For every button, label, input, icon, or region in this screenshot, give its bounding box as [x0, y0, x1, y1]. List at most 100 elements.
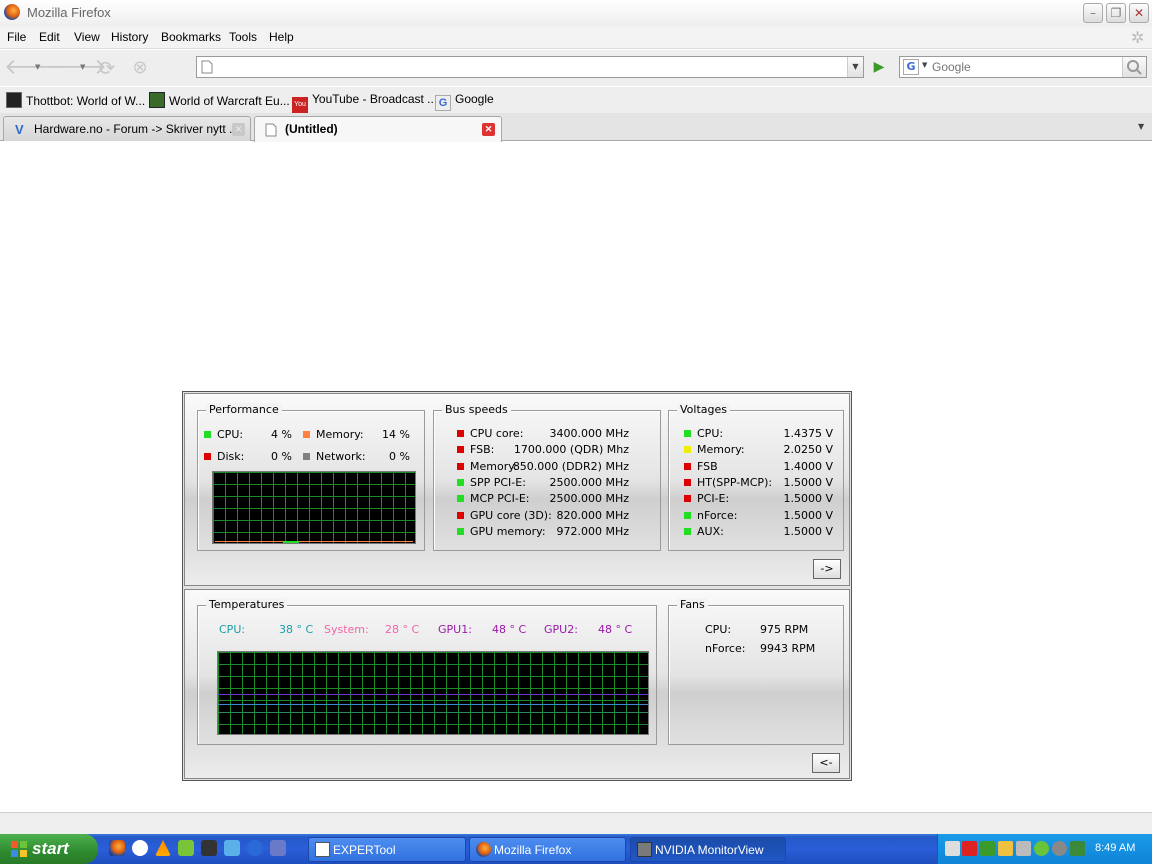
cpu-trace: [283, 541, 299, 543]
reload-button[interactable]: ⟳: [94, 57, 120, 81]
fans-group: Fans CPU: 975 RPM nForce: 9943 RPM: [668, 598, 844, 745]
perf-memory-label: Memory:: [303, 428, 364, 441]
tab-hardware-forum[interactable]: V Hardware.no - Forum -> Skriver nytt ..…: [3, 116, 251, 141]
voltage-row-swatch: [684, 430, 691, 437]
page-icon: [201, 60, 213, 74]
menu-history[interactable]: History: [111, 30, 148, 44]
task-expertool[interactable]: EXPERTool: [308, 837, 466, 862]
temperature-graph: [217, 651, 649, 735]
tray-device-icon[interactable]: [1016, 841, 1031, 856]
monitor-lower-pane: Temperatures CPU: 38 ° C System: 28 ° C …: [184, 589, 850, 779]
voltage-row-label: nForce:: [697, 508, 738, 522]
bus-row-swatch: [457, 446, 464, 454]
tray-nvidia-icon[interactable]: [980, 841, 995, 856]
magnifier-icon: [1127, 60, 1142, 75]
bus-row-value: 2500.000 MHz: [549, 492, 629, 506]
perf-memory-swatch: [303, 431, 310, 438]
tray-display-icon[interactable]: [1070, 841, 1085, 856]
voltage-row-swatch: [684, 511, 691, 519]
back-button[interactable]: 🡐: [4, 57, 63, 81]
wow-icon: [149, 92, 165, 108]
menu-view[interactable]: View: [74, 30, 100, 44]
system-temp-trace: [218, 712, 648, 713]
go-button[interactable]: ▶: [868, 57, 890, 77]
bus-row-swatch: [457, 511, 464, 519]
bookmark-youtube[interactable]: You YouTube - Broadcast ...: [292, 92, 437, 113]
bookmark-world-of-warcraft[interactable]: World of Warcraft Eu...: [149, 92, 290, 109]
tray-update-icon[interactable]: [1052, 841, 1067, 856]
perf-disk-swatch: [204, 453, 211, 460]
search-box[interactable]: G ▼: [899, 56, 1147, 78]
stop-button[interactable]: ⊗: [127, 57, 153, 81]
forward-button[interactable]: 🡒: [48, 57, 107, 81]
fans-title: Fans: [677, 598, 708, 611]
search-input[interactable]: [932, 59, 1117, 75]
memory-trace: [215, 541, 413, 542]
google-icon: G: [435, 95, 451, 111]
temp-gpu1-label: GPU1:: [438, 623, 472, 636]
engine-chevron-icon[interactable]: ▼: [922, 61, 927, 69]
tab-untitled[interactable]: (Untitled) ✕: [254, 116, 502, 142]
url-dropdown-chevron-icon[interactable]: ▼: [847, 57, 863, 77]
quicklaunch-tool-icon[interactable]: [270, 840, 286, 856]
tray-volume-icon[interactable]: [998, 841, 1013, 856]
bus-row-value: 972.000 MHz: [556, 524, 629, 538]
expertool-icon: [315, 842, 330, 857]
thottbot-icon: [6, 92, 22, 108]
tray-security-icon[interactable]: [962, 841, 977, 856]
menu-edit[interactable]: Edit: [39, 30, 60, 44]
title-bar: Mozilla Firefox – ❐ ✕: [0, 0, 1152, 26]
temp-cpu-label: CPU:: [219, 623, 246, 636]
voltage-row-label: FSB: [697, 459, 718, 473]
quicklaunch-steam-icon[interactable]: [201, 840, 217, 856]
quicklaunch-messenger-icon[interactable]: [224, 840, 240, 856]
temp-gpu2-label: GPU2:: [544, 623, 578, 636]
menu-file[interactable]: File: [7, 30, 26, 44]
perf-network-swatch: [303, 453, 310, 460]
tray-app-icon[interactable]: [1034, 841, 1049, 856]
voltage-row-value: 1.4000 V: [783, 459, 833, 473]
perf-network-value: 0 %: [389, 450, 410, 463]
google-engine-icon[interactable]: G: [903, 59, 919, 75]
voltage-row-label: AUX:: [697, 524, 724, 538]
close-button[interactable]: ✕: [1129, 3, 1149, 23]
task-nvidia-monitorview[interactable]: NVIDIA MonitorView: [630, 837, 786, 862]
nvidia-monitor-panel: Performance CPU: 4 % Memory: 14 % Disk: …: [182, 391, 852, 781]
voltage-row-label: CPU:: [697, 427, 724, 440]
search-button[interactable]: [1122, 57, 1146, 77]
perf-network-label: Network:: [303, 450, 366, 463]
nvidia-icon: [637, 842, 652, 857]
bookmark-thottbot[interactable]: Thottbot: World of W...: [6, 92, 145, 109]
tab-list-chevron-icon[interactable]: ▼: [1138, 122, 1144, 131]
fan-nforce-value: 9943 RPM: [760, 642, 816, 655]
quicklaunch-media-player-icon[interactable]: [132, 840, 148, 856]
voltage-row-value: 1.5000 V: [783, 508, 833, 522]
temp-system-label: System:: [324, 623, 369, 636]
back-history-chevron-icon[interactable]: ▼: [35, 63, 40, 71]
url-bar[interactable]: ▼: [196, 56, 864, 78]
tab-close-icon[interactable]: ✕: [232, 123, 245, 136]
minimize-button[interactable]: –: [1083, 3, 1103, 23]
menu-help[interactable]: Help: [269, 30, 294, 44]
maximize-button[interactable]: ❐: [1106, 3, 1126, 23]
temp-gpu2-value: 48 ° C: [598, 623, 633, 636]
bus-row-value: 2500.000 MHz: [549, 475, 629, 489]
quicklaunch-app-icon[interactable]: [178, 840, 194, 856]
performance-title: Performance: [206, 403, 282, 416]
bus-row-swatch: [457, 478, 464, 486]
collapse-button[interactable]: <-: [812, 753, 840, 773]
voltage-row-label: Memory:: [697, 443, 745, 457]
expand-button[interactable]: ->: [813, 559, 841, 579]
tray-network-icon[interactable]: [945, 841, 960, 856]
url-input[interactable]: [217, 59, 837, 75]
task-mozilla-firefox[interactable]: Mozilla Firefox: [469, 837, 626, 862]
voltage-row-value: 1.4375 V: [783, 427, 833, 440]
tab-close-icon[interactable]: ✕: [482, 123, 495, 136]
quicklaunch-firefox-icon[interactable]: [109, 840, 125, 856]
menu-tools[interactable]: Tools: [229, 30, 257, 44]
menu-bookmarks[interactable]: Bookmarks: [161, 30, 221, 44]
status-bar: [0, 812, 1152, 834]
bookmark-google[interactable]: G Google: [435, 92, 494, 111]
forward-history-chevron-icon[interactable]: ▼: [80, 63, 85, 71]
quicklaunch-browser-icon[interactable]: [247, 840, 263, 856]
